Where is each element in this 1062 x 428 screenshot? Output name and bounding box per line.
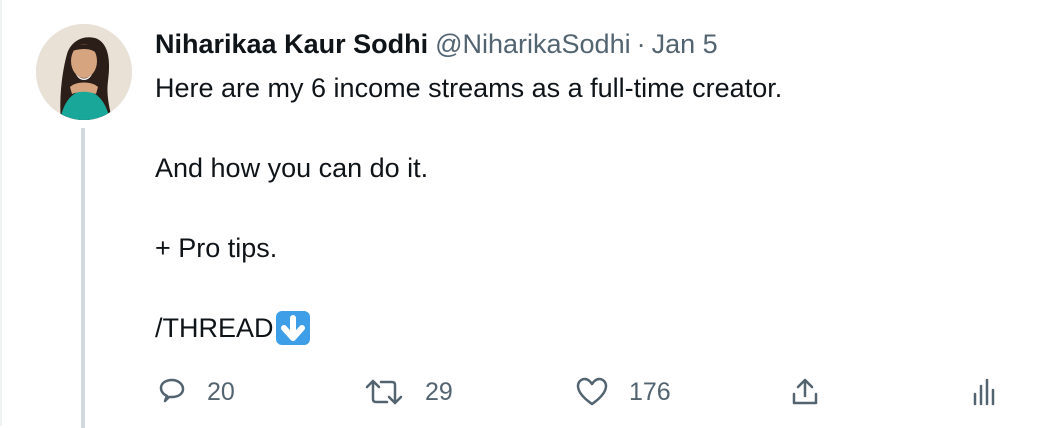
tweet-actions: 20 29 176 [155, 370, 1015, 414]
reply-button[interactable]: 20 [157, 370, 235, 414]
reply-count: 20 [207, 377, 235, 406]
analytics-icon [973, 378, 995, 406]
heart-icon [576, 377, 608, 406]
retweet-icon [365, 379, 403, 405]
tweet-line-2: And how you can do it. [155, 153, 429, 183]
tweet-line-3: + Pro tips. [155, 233, 278, 263]
thread-label: /THREAD [155, 313, 274, 343]
author-name[interactable]: Niharikaa Kaur Sodhi [155, 24, 428, 64]
analytics-button[interactable] [971, 370, 995, 414]
tweet-content: Niharikaa Kaur Sodhi @NiharikaSodhi · Ja… [155, 24, 1035, 348]
author-handle[interactable]: @NiharikaSodhi [435, 24, 631, 64]
left-border [0, 0, 2, 426]
reply-icon [159, 378, 185, 403]
profile-photo-icon [36, 24, 132, 120]
tweet-card: Niharikaa Kaur Sodhi @NiharikaSodhi · Ja… [0, 0, 1062, 428]
tweet-body: Here are my 6 income streams as a full-t… [155, 68, 1035, 348]
tweet-line-4: /THREAD [155, 308, 1035, 348]
tweet-line-1: Here are my 6 income streams as a full-t… [155, 73, 783, 103]
retweet-button[interactable]: 29 [363, 370, 453, 414]
separator-dot: · [636, 29, 646, 59]
share-button[interactable] [789, 370, 821, 414]
tweet-header: Niharikaa Kaur Sodhi @NiharikaSodhi · Ja… [155, 24, 1035, 64]
down-arrow-button-icon [275, 311, 310, 345]
avatar[interactable] [36, 24, 132, 120]
share-icon [792, 378, 818, 405]
like-button[interactable]: 176 [575, 370, 671, 414]
tweet-date[interactable]: Jan 5 [652, 24, 718, 64]
like-count: 176 [629, 377, 671, 406]
thread-connector-line [81, 128, 85, 428]
retweet-count: 29 [425, 377, 453, 406]
